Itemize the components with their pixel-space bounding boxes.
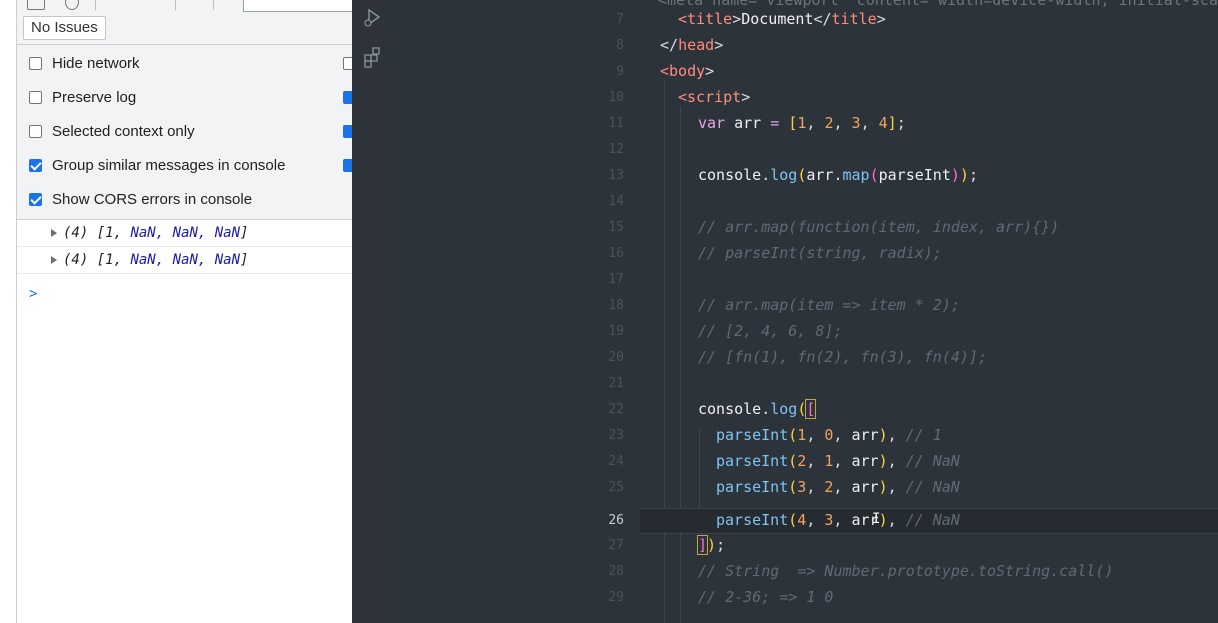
evaluate-triggers-checkbox[interactable] xyxy=(343,159,352,172)
console-settings: Hide network Preserve log Selected conte… xyxy=(17,45,352,220)
setting-selected-context-only[interactable]: Selected context only xyxy=(17,115,352,149)
line-number: 19 xyxy=(608,324,624,339)
console-log-entry[interactable]: (4) [1, NaN, NaN, NaN] xyxy=(17,247,352,274)
preserve-log-checkbox[interactable] xyxy=(29,91,42,104)
text-cursor-icon: I xyxy=(872,511,881,527)
show-cors-checkbox[interactable] xyxy=(29,193,42,206)
console-output: (4) [1, NaN, NaN, NaN] (4) [1, NaN, NaN,… xyxy=(17,220,352,623)
extensions-icon[interactable] xyxy=(362,46,384,68)
autocomplete-history-checkbox[interactable] xyxy=(343,125,352,138)
filter-input[interactable] xyxy=(243,0,352,12)
line-number: 12 xyxy=(608,142,624,157)
line-number: 18 xyxy=(608,298,624,313)
line-number: 22 xyxy=(608,402,624,417)
code-line[interactable]: 18 // arr.map(item => item * 2); xyxy=(394,293,1218,319)
setting-hide-network[interactable]: Hide network xyxy=(17,47,352,81)
toolbar-divider xyxy=(175,0,176,10)
code-line[interactable]: 8 </head> xyxy=(394,33,1218,59)
code-line[interactable]: 13 console.log(arr.map(parseInt)); xyxy=(394,163,1218,189)
setting-preserve-log[interactable]: Preserve log xyxy=(17,81,352,115)
line-number: 24 xyxy=(608,454,624,469)
code-line[interactable]: 7 <title>Document</title> xyxy=(394,7,1218,33)
code-line[interactable]: 25 parseInt(3, 2, arr), // NaN xyxy=(394,475,1218,501)
selected-context-checkbox[interactable] xyxy=(29,125,42,138)
setting-label: Show CORS errors in console xyxy=(52,191,253,208)
code-line[interactable]: 20 // [fn(1), fn(2), fn(3), fn(4)]; xyxy=(394,345,1218,371)
setting-label: Selected context only xyxy=(52,123,195,140)
code-line[interactable]: 14 xyxy=(394,189,1218,215)
setting-label: Group similar messages in console xyxy=(52,157,286,174)
issues-bar: No Issues xyxy=(17,12,352,45)
code-line[interactable]: 11 var arr = [1, 2, 3, 4]; xyxy=(394,111,1218,137)
log-text: (4) [1, NaN, NaN, NaN] xyxy=(63,252,249,268)
line-number: 28 xyxy=(608,564,624,579)
clear-console-icon[interactable] xyxy=(65,0,79,10)
setting-group-similar[interactable]: Group similar messages in console xyxy=(17,149,352,183)
code-line[interactable]: 9 <body> xyxy=(394,59,1218,85)
code-line[interactable]: 22 console.log([ xyxy=(394,397,1218,423)
no-issues-button[interactable]: No Issues xyxy=(23,16,106,40)
log-text: (4) [1, NaN, NaN, NaN] xyxy=(63,225,249,241)
line-number: 23 xyxy=(608,428,624,443)
line-number: 10 xyxy=(608,90,624,105)
code-line[interactable]: 15 // arr.map(function(item, index, arr)… xyxy=(394,215,1218,241)
setting-label: Preserve log xyxy=(52,89,137,106)
code-line-active[interactable]: 26 parseInt(4, 3, arr), // NaN xyxy=(608,508,1218,534)
line-number: 7 xyxy=(616,12,624,27)
code-editor[interactable]: <meta name="viewport" content="width=dev… xyxy=(394,0,1218,623)
log-xmlhttprequests-checkbox[interactable] xyxy=(343,57,352,70)
line-number: 17 xyxy=(608,272,624,287)
line-number: 25 xyxy=(608,480,624,495)
sidebar-toggle-icon[interactable] xyxy=(27,0,45,10)
console-log-entry[interactable]: (4) [1, NaN, NaN, NaN] xyxy=(17,220,352,247)
toolbar-divider xyxy=(95,0,96,10)
activity-bar xyxy=(352,0,394,623)
expand-triangle-icon[interactable] xyxy=(51,229,57,237)
code-line[interactable]: 21 xyxy=(394,371,1218,397)
line-number: 16 xyxy=(608,246,624,261)
line-number: 20 xyxy=(608,350,624,365)
eager-evaluation-checkbox[interactable] xyxy=(343,91,352,104)
code-line[interactable]: 10 <script> xyxy=(394,85,1218,111)
line-number: 29 xyxy=(608,590,624,605)
line-number: 27 xyxy=(608,538,624,553)
setting-show-cors-errors[interactable]: Show CORS errors in console xyxy=(17,183,352,217)
code-line[interactable]: 19 // [2, 4, 6, 8]; xyxy=(394,319,1218,345)
code-line[interactable]: 27 ]); xyxy=(394,533,1218,559)
hide-network-checkbox[interactable] xyxy=(29,57,42,70)
code-line[interactable]: 17 xyxy=(394,267,1218,293)
expand-triangle-icon[interactable] xyxy=(51,256,57,264)
line-number: 11 xyxy=(608,116,624,131)
toolbar-divider xyxy=(213,0,214,10)
group-similar-checkbox[interactable] xyxy=(29,159,42,172)
setting-label: Hide network xyxy=(52,55,140,72)
code-line[interactable]: 24 parseInt(2, 1, arr), // NaN xyxy=(394,449,1218,475)
code-line[interactable]: 28 // String => Number.prototype.toStrin… xyxy=(394,559,1218,585)
console-prompt-caret[interactable]: > xyxy=(29,286,37,302)
line-number: 26 xyxy=(608,513,624,528)
code-line[interactable]: 12 xyxy=(394,137,1218,163)
line-number: 13 xyxy=(608,168,624,183)
devtools-console-panel: No Issues Hide network Preserve log Sele… xyxy=(0,0,352,623)
code-line[interactable]: 29 // 2-36; => 1 0 xyxy=(394,585,1218,611)
line-number: 9 xyxy=(616,64,624,79)
line-number: 8 xyxy=(616,38,624,53)
code-line[interactable]: 23 parseInt(1, 0, arr), // 1 xyxy=(394,423,1218,449)
line-number: 15 xyxy=(608,220,624,235)
code-line[interactable]: 16 // parseInt(string, radix); xyxy=(394,241,1218,267)
line-number: 14 xyxy=(608,194,624,209)
run-debug-icon[interactable] xyxy=(362,6,384,28)
line-number: 21 xyxy=(608,376,624,391)
